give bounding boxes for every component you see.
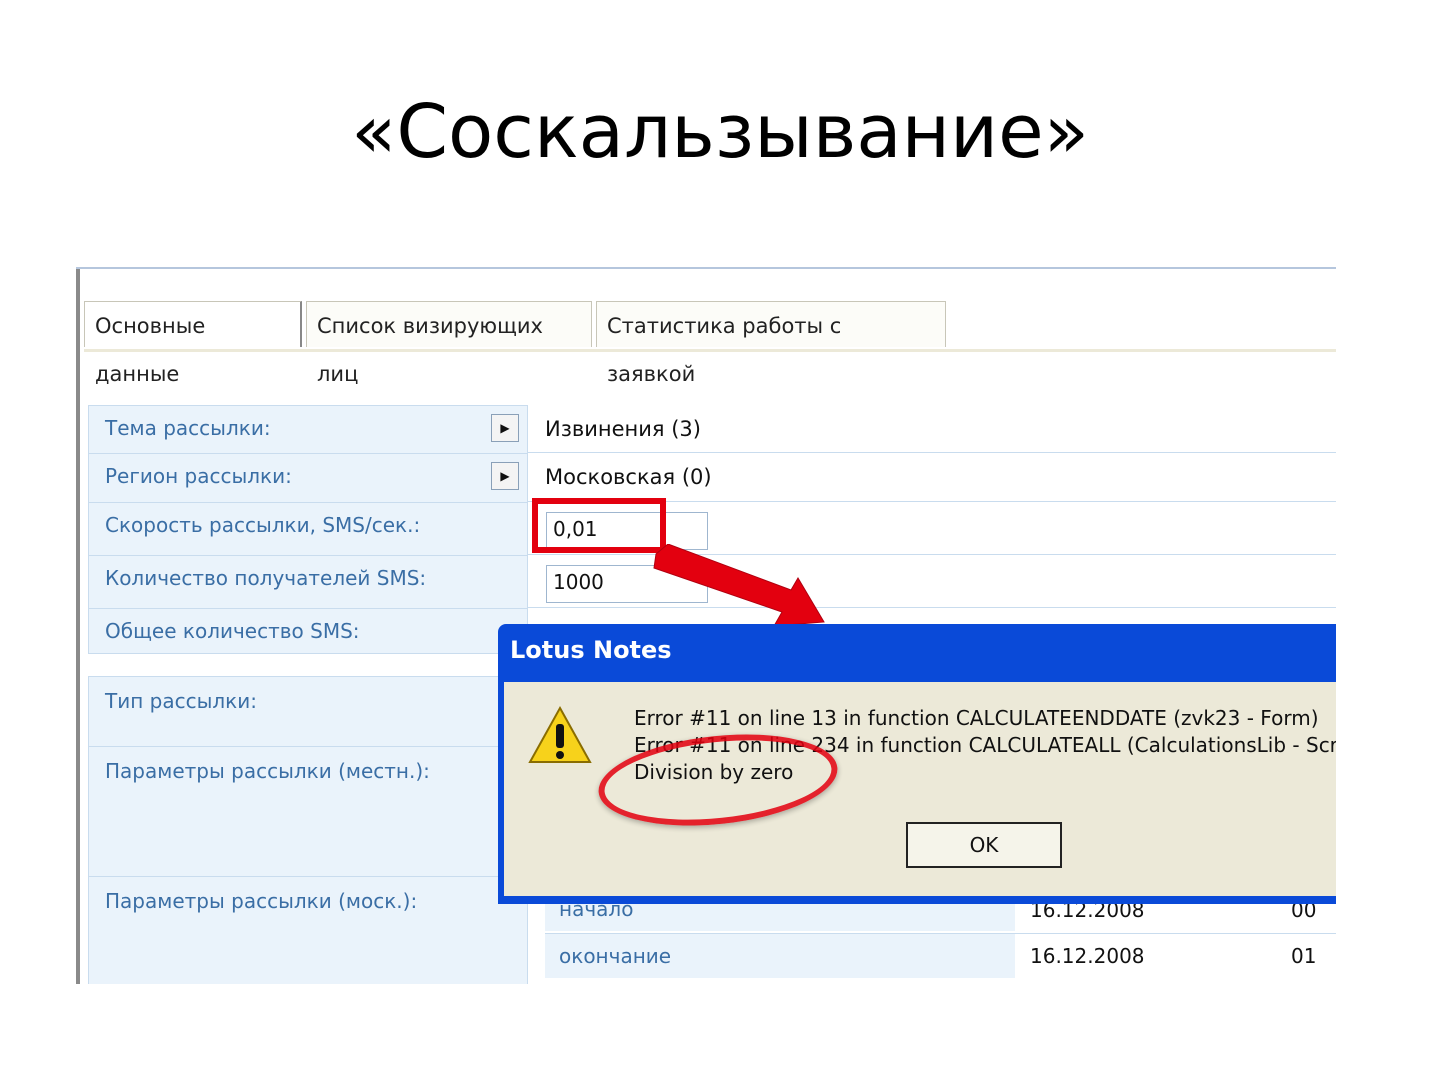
region-label: Регион рассылки: [105,464,292,488]
region-value[interactable]: Московская (0) [545,465,712,489]
play-right-icon: ▶ [500,469,510,483]
total-label: Общее количество SMS: [105,619,360,643]
error-line-1: Error #11 on line 13 in function CALCULA… [634,706,1319,730]
row-type: Тип рассылки: [88,676,528,746]
row-theme: Тема рассылки: ▶ [88,405,528,453]
error-dialog: Lotus Notes Error #11 on line 13 in func… [498,624,1336,904]
row-speed: Скорость рассылки, SMS/сек.: [88,502,528,555]
schedule-row-end: окончание [545,934,1015,978]
row-local-params: Параметры рассылки (местн.): [88,746,528,876]
app-screenshot: Основные данные Список визирующих лиц Ст… [76,267,1336,984]
slide-title: «Соскальзывание» [351,89,1089,175]
region-select-button[interactable]: ▶ [491,462,519,490]
theme-label: Тема рассылки: [105,416,271,440]
form-labels: Тема рассылки: ▶ Регион рассылки: ▶ Скор… [88,405,528,984]
play-right-icon: ▶ [500,421,510,435]
warning-icon [528,705,592,763]
row-region: Регион рассылки: ▶ [88,453,528,502]
local-params-label: Параметры рассылки (местн.): [105,759,430,783]
type-label: Тип рассылки: [105,689,257,713]
speed-label: Скорость рассылки, SMS/сек.: [105,513,421,537]
theme-select-button[interactable]: ▶ [491,414,519,442]
tab-approvers[interactable]: Список визирующих лиц [306,301,592,386]
ok-button[interactable]: OK [906,822,1062,868]
annotation-arrow-icon [653,544,825,627]
form-gap [88,654,528,676]
dialog-title: Lotus Notes [510,636,672,664]
tab-statistics[interactable]: Статистика работы с заявкой [596,301,946,386]
window-edge [76,269,80,984]
moscow-params-label: Параметры рассылки (моск.): [105,889,418,913]
recipients-label: Количество получателей SMS: [105,566,427,590]
row-moscow-params: Параметры рассылки (моск.): [88,876,528,984]
row-recipients: Количество получателей SMS: [88,555,528,608]
schedule-end-time: 01 [1291,944,1317,968]
theme-value[interactable]: Извинения (3) [545,417,701,441]
row-separator [528,452,1336,453]
schedule-end-date: 16.12.2008 [1030,944,1145,968]
dialog-body: Error #11 on line 13 in function CALCULA… [504,682,1336,896]
row-total: Общее количество SMS: [88,608,528,654]
schedule-end-label: окончание [559,944,672,968]
tab-main-data[interactable]: Основные данные [84,301,302,386]
tab-bar: Основные данные Список визирующих лиц Ст… [84,301,1336,386]
tab-divider [84,349,1336,352]
